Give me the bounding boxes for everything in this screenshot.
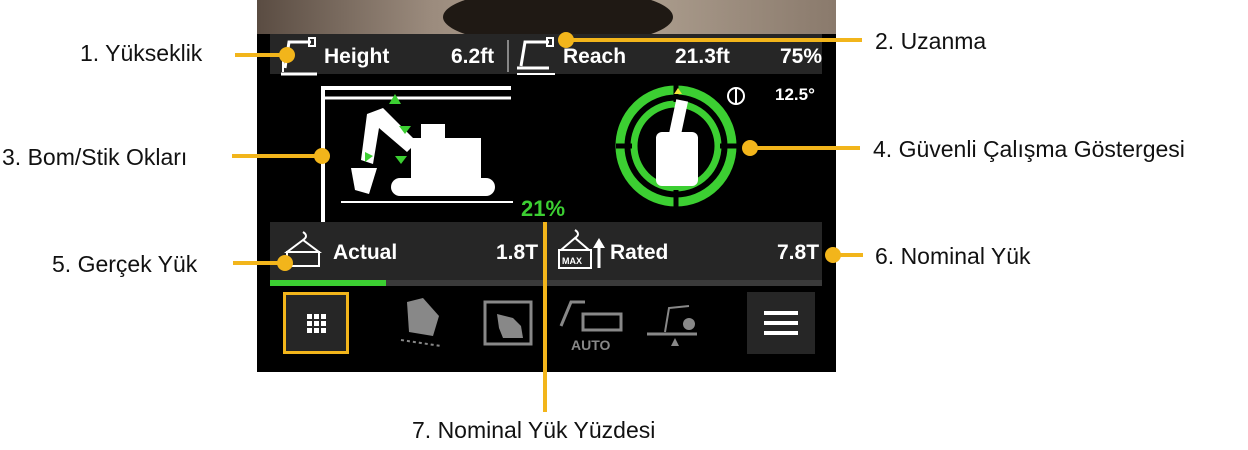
- callout-reach-dot: [558, 32, 574, 48]
- callout-height: 1. Yükseklik: [80, 40, 203, 66]
- callout-boom-stick: 3. Bom/Stik Okları: [2, 144, 188, 170]
- callout-rated-percent: 7. Nominal Yük Yüzdesi: [412, 417, 656, 443]
- hamburger-menu-button[interactable]: [747, 292, 815, 354]
- rated-load-percent: 21%: [521, 196, 566, 221]
- top-divider: [507, 40, 509, 72]
- height-value: 6.2ft: [451, 45, 495, 68]
- callout-safe-gauge-dot: [742, 140, 758, 156]
- callout-safe-gauge-line: [750, 146, 860, 150]
- excavator-icon: [351, 108, 495, 196]
- callout-boom-stick-line: [232, 154, 322, 158]
- actual-value: 1.8T: [496, 241, 539, 264]
- bucket-depth-button[interactable]: [395, 296, 447, 350]
- camera-view: [257, 0, 836, 46]
- reach-value: 21.3ft: [675, 45, 730, 68]
- height-label: Height: [324, 45, 390, 68]
- auto-mode-button[interactable]: AUTO: [557, 296, 627, 354]
- gauge-angle: 12.5°: [775, 85, 815, 104]
- load-progress-fill: [270, 280, 386, 286]
- callout-height-dot: [279, 47, 295, 63]
- callout-percent-line: [543, 222, 547, 412]
- callout-rated-load: 6. Nominal Yük: [875, 243, 1031, 269]
- rated-label: Rated: [610, 241, 669, 264]
- grid-icon: [307, 314, 326, 333]
- callout-reach: 2. Uzanma: [875, 28, 987, 54]
- callout-reach-line: [566, 38, 862, 42]
- grid-menu-button[interactable]: [283, 292, 349, 354]
- reach-icon: [517, 37, 555, 75]
- tilt-icon: [727, 87, 745, 105]
- callout-boom-stick-dot: [314, 148, 330, 164]
- reach-label: Reach: [563, 45, 627, 68]
- callout-actual-load-dot: [277, 255, 293, 271]
- boom-stick-panel: [321, 86, 513, 228]
- callout-actual-load: 5. Gerçek Yük: [52, 251, 198, 277]
- hamburger-icon: [764, 311, 798, 335]
- rated-value: 7.8T: [777, 241, 820, 264]
- callout-safe-gauge: 4. Güvenli Çalışma Göstergesi: [873, 136, 1185, 162]
- auto-tag: AUTO: [571, 337, 611, 353]
- top-percent: 75%: [780, 45, 823, 68]
- grade-view-button[interactable]: [483, 300, 533, 346]
- callout-rated-load-dot: [825, 247, 841, 263]
- safe-working-gauge: [615, 84, 738, 208]
- actual-label: Actual: [333, 241, 398, 264]
- level-button[interactable]: [643, 300, 701, 348]
- rated-load-icon: MAX: [558, 229, 605, 269]
- max-tag: MAX: [562, 256, 582, 266]
